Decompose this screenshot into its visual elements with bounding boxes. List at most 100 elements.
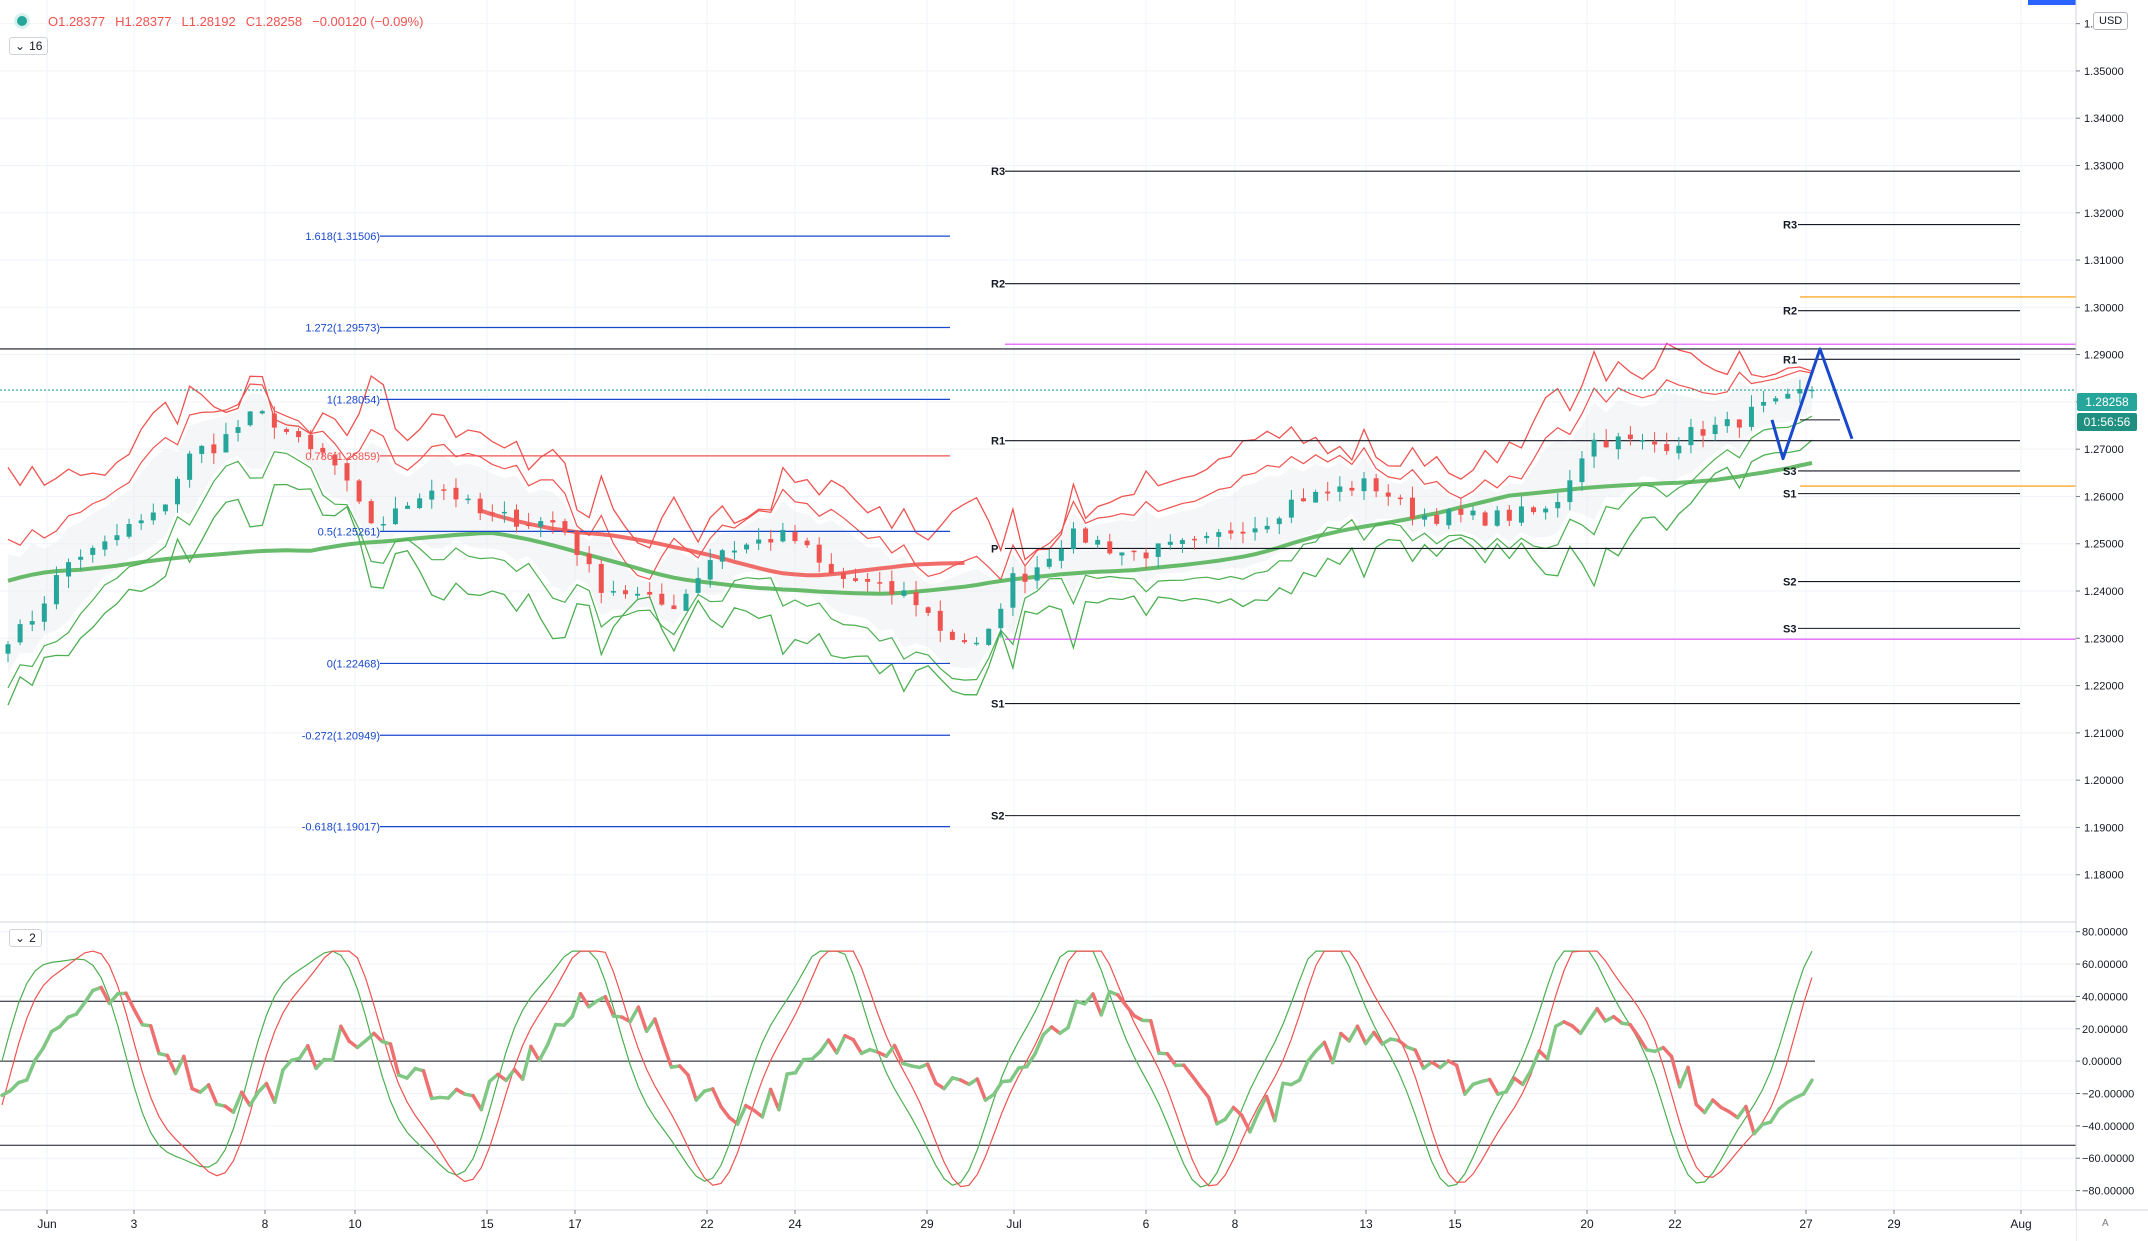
momentum-segment — [58, 1015, 70, 1029]
daily-pivot-label: R2 — [1783, 306, 1797, 318]
candle-body — [622, 590, 628, 595]
candle-body — [1046, 558, 1052, 567]
candle-body — [961, 640, 967, 643]
ohlc-legend: O1.28377 H1.28377 L1.28192 C1.28258 −0.0… — [14, 13, 423, 29]
candle-body — [78, 556, 84, 560]
momentum-segment — [818, 1038, 831, 1054]
candle-body — [199, 445, 205, 454]
symbol-status-icon — [14, 13, 30, 29]
fib-level-label: -0.272(1.20949) — [302, 730, 380, 742]
candle-body — [1409, 497, 1415, 519]
price-tick-label: 1.18000 — [2084, 870, 2124, 882]
candle-body — [1022, 573, 1028, 582]
osc-tick-label: 40.00000 — [2082, 991, 2128, 1003]
price-tick-label: 1.29000 — [2084, 350, 2124, 362]
price-chart[interactable]: 1.618(1.31506) 1.272(1.29573) 1(1.28054) 0.… — [0, 0, 2148, 1241]
candle-body — [356, 480, 362, 502]
currency-label[interactable]: USD — [2093, 12, 2129, 30]
candle-body — [211, 444, 217, 454]
candle-body — [731, 550, 737, 553]
time-tick-label: Aug — [2010, 1217, 2031, 1231]
candle-body — [610, 591, 616, 593]
oscillator-toggle-button[interactable]: ⌄ 2 — [9, 929, 42, 947]
momentum-segment — [1297, 1059, 1310, 1082]
momentum-segment — [925, 1062, 938, 1086]
osc-tick-label: 60.00000 — [2082, 959, 2128, 971]
grid — [0, 0, 2076, 1210]
candle-body — [1167, 541, 1173, 545]
candle-body — [598, 563, 604, 593]
momentum-segment — [1322, 1040, 1335, 1065]
candle-body — [417, 498, 423, 509]
momentum-segment — [537, 1043, 550, 1063]
legend-high: H1.28377 — [115, 13, 172, 29]
candle-body — [1470, 510, 1476, 516]
candle-body — [1337, 486, 1343, 492]
candle-body — [586, 553, 592, 565]
momentum-segment — [264, 1081, 277, 1104]
candle-body — [1385, 492, 1391, 497]
price-tick-label: 1.33000 — [2084, 160, 2124, 172]
momentum-segment — [306, 1044, 318, 1070]
candle-body — [792, 532, 798, 542]
momentum-segment — [1033, 1032, 1046, 1056]
momentum-segment — [975, 1077, 988, 1102]
candle-body — [526, 524, 532, 527]
time-tick-label: 8 — [262, 1217, 269, 1231]
candle-body — [1010, 573, 1016, 608]
daily-pivot-label: S1 — [1783, 489, 1796, 501]
momentum-segment — [479, 1079, 492, 1112]
momentum-segment — [297, 1044, 310, 1061]
candle-body — [1276, 518, 1282, 525]
candle-body — [259, 411, 265, 414]
candle-body — [1252, 528, 1258, 533]
indicators-toggle-button[interactable]: ⌄ 16 — [9, 37, 49, 55]
daily-pivot-label: R3 — [1783, 220, 1797, 232]
candle-body — [1736, 419, 1742, 428]
time-tick-label: 3 — [131, 1217, 138, 1231]
price-tick-label: 1.23000 — [2084, 633, 2124, 645]
osc-tick-label: −20.00000 — [2082, 1089, 2134, 1101]
momentum-segment — [1165, 1051, 1178, 1068]
momentum-segment — [165, 1053, 178, 1076]
candle-body — [840, 572, 846, 579]
candle-body — [913, 592, 919, 606]
candle-body — [780, 529, 786, 542]
momentum-segment — [529, 1044, 541, 1063]
bollinger-bands — [7, 342, 1813, 706]
candle-body — [308, 434, 314, 450]
candle-body — [1325, 491, 1331, 494]
candle-body — [1095, 539, 1101, 545]
osc-tick-label: 80.00000 — [2082, 927, 2128, 939]
candle-body — [865, 578, 871, 582]
momentum-segment — [653, 1017, 665, 1046]
candle-body — [683, 593, 689, 611]
price-tick-label: 1.31000 — [2084, 255, 2124, 267]
candle-body — [1119, 552, 1125, 556]
fib-level-label: 0(1.22468) — [327, 658, 380, 670]
candle-body — [671, 605, 677, 610]
candle-body — [283, 429, 289, 432]
candle-body — [889, 581, 895, 595]
candle-body — [877, 582, 883, 584]
candle-body — [235, 427, 241, 433]
momentum-segment — [1099, 989, 1112, 1017]
time-tick-label: 15 — [480, 1217, 494, 1231]
auto-scale-button[interactable]: A — [2102, 1218, 2109, 1229]
candle-body — [429, 490, 435, 500]
candle-body — [162, 504, 168, 512]
momentum-segment — [719, 1104, 732, 1120]
candle-body — [1627, 434, 1633, 440]
candle-body — [1446, 509, 1452, 526]
momentum-segment — [1273, 1081, 1285, 1123]
momentum-segment — [1091, 992, 1103, 1017]
fib-level-label: 1(1.28054) — [327, 394, 380, 406]
momentum-segment — [1190, 1074, 1203, 1089]
price-tick-label: 1.19000 — [2084, 822, 2124, 834]
daily-pivot-label: S2 — [1783, 577, 1796, 589]
momentum-segment — [992, 1079, 1004, 1097]
time-tick-label: 29 — [1887, 1217, 1901, 1231]
momentum-segment — [1463, 1082, 1475, 1096]
candle-body — [1131, 550, 1137, 553]
time-tick-label: 29 — [920, 1217, 934, 1231]
